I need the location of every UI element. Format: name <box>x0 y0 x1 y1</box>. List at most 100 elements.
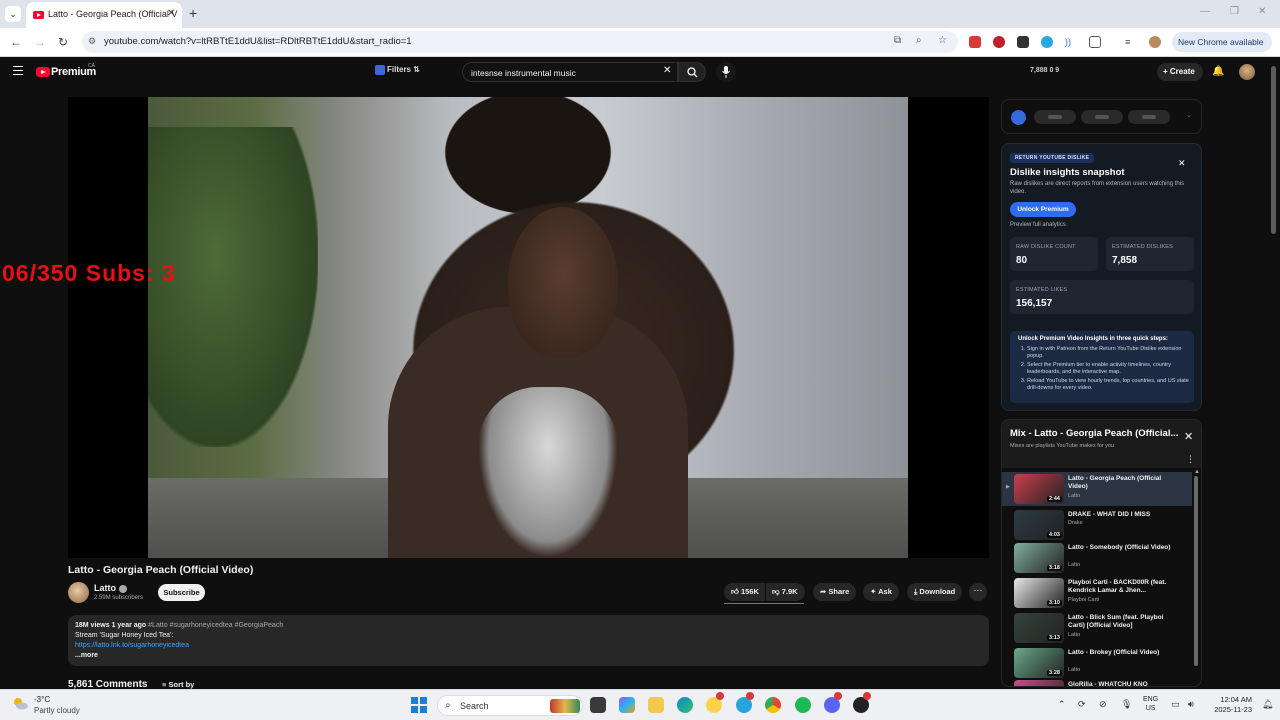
close-icon[interactable]: ✕ <box>1184 430 1193 443</box>
site-info-icon[interactable]: ⚙ <box>88 36 96 47</box>
forward-button[interactable]: → <box>34 35 46 49</box>
notifications-center-icon[interactable]: 🔔︎ <box>1262 699 1273 710</box>
extension-icon-1[interactable] <box>969 36 981 48</box>
unlock-premium-button[interactable]: Unlock Premium <box>1010 202 1076 217</box>
zoom-icon[interactable]: ⌕ <box>916 35 922 46</box>
spotify-icon[interactable] <box>795 697 811 713</box>
weather-temperature[interactable]: -3°C <box>34 695 50 704</box>
install-icon[interactable]: ⧉ <box>894 35 901 46</box>
playlist-item[interactable]: ▶ 2:44 Latto - Georgia Peach (Official Vid… <box>1002 472 1192 506</box>
hashtags[interactable]: #Latto #sugarhoneyicedtea #GeorgiaPeach <box>146 622 283 629</box>
chip-3[interactable] <box>1128 110 1170 124</box>
description-box[interactable]: 18M views 1 year ago #Latto #sugarhoneyi… <box>68 615 989 666</box>
input-language[interactable]: ENG US <box>1143 695 1158 713</box>
chip-2[interactable] <box>1081 110 1123 124</box>
sort-by-button[interactable]: ≡ Sort by <box>162 680 194 689</box>
edge-icon[interactable] <box>677 697 693 713</box>
tray-overflow-icon[interactable]: ⌃ <box>1058 699 1066 710</box>
extension-icon-5[interactable]: )) <box>1065 36 1077 48</box>
channel-avatar[interactable] <box>68 582 89 603</box>
system-clock[interactable]: 12:04 AM 2025-11-23 <box>1206 695 1252 715</box>
page-scrollbar[interactable] <box>1271 66 1276 234</box>
youtube-logo-icon[interactable] <box>36 67 50 77</box>
playlist-thumbnail[interactable]: 3:18 <box>1014 543 1064 573</box>
file-explorer-icon[interactable] <box>648 697 664 713</box>
tab-close-icon[interactable]: ✕ <box>167 8 175 19</box>
taskbar-search[interactable]: ⌕ Search <box>437 695 583 716</box>
profile-avatar[interactable] <box>1149 36 1161 48</box>
playlist-item[interactable]: GloRilla - WHATCHU KNO <box>1002 678 1192 686</box>
address-bar[interactable]: ⚙ youtube.com/watch?v=ltRBTtE1ddU&list=R… <box>82 31 958 53</box>
maximize-button[interactable]: ❐ <box>1230 6 1239 17</box>
like-button[interactable]: 👍︎ 156K <box>724 583 765 601</box>
search-input[interactable] <box>471 66 661 79</box>
dislike-button[interactable]: 👎︎ 7.9K <box>766 583 805 601</box>
create-button[interactable]: + Create <box>1157 63 1203 81</box>
description-more-button[interactable]: ...more <box>75 652 98 659</box>
extensions-puzzle-icon[interactable] <box>1089 36 1101 48</box>
premium-steps-box: Unlock Premium Video Insights in three q… <box>1010 331 1194 403</box>
weather-description[interactable]: Partly cloudy <box>34 706 80 715</box>
minimize-button[interactable]: — <box>1200 6 1210 17</box>
hamburger-menu-icon[interactable] <box>13 66 23 75</box>
tab-search-button[interactable]: ⌄ <box>5 6 21 22</box>
chrome-icon[interactable] <box>765 697 781 713</box>
voice-search-button[interactable] <box>716 62 736 82</box>
task-view-icon[interactable] <box>590 697 606 713</box>
search-button[interactable] <box>678 62 706 82</box>
back-button[interactable]: ← <box>10 35 22 49</box>
extension-icon-2[interactable] <box>993 36 1005 48</box>
chip-1[interactable] <box>1034 110 1076 124</box>
playlist-title[interactable]: Mix - Latto - Georgia Peach (Official... <box>1010 428 1178 439</box>
more-actions-button[interactable]: ··· <box>969 583 987 601</box>
new-tab-button[interactable]: + <box>189 5 197 21</box>
filters-button[interactable]: Filters ⇅ <box>375 65 420 75</box>
window-close-button[interactable]: ✕ <box>1258 6 1266 17</box>
scroll-up-icon[interactable]: ▲ <box>1194 469 1200 475</box>
extension-icon-3[interactable] <box>1017 36 1029 48</box>
close-icon[interactable]: ✕ <box>1178 158 1186 169</box>
url-text: youtube.com/watch?v=ltRBTtE1ddU&list=RDl… <box>104 36 412 47</box>
download-button[interactable]: ⤓ Download <box>907 583 963 601</box>
share-button[interactable]: ➦ Share <box>813 583 857 601</box>
channel-name[interactable]: Latto <box>94 583 127 593</box>
reload-button[interactable]: ↻ <box>58 35 68 49</box>
extension-logo-icon[interactable] <box>1011 110 1026 125</box>
browser-tab-active[interactable]: Latto - Georgia Peach (Official V ✕ <box>26 2 182 28</box>
sync-icon[interactable]: ⟳ <box>1078 699 1086 710</box>
subscribe-button[interactable]: Subscribe <box>158 584 205 601</box>
playlist-scrollbar[interactable] <box>1194 476 1198 666</box>
taskbar-search-label: Search <box>460 701 489 711</box>
bookmark-star-icon[interactable]: ☆ <box>938 35 947 46</box>
ask-button[interactable]: ✦ Ask <box>863 583 899 601</box>
playlist-item[interactable]: 3:28 Latto - Brokey (Official Video) Latto <box>1002 646 1192 680</box>
playlist-item[interactable]: 3:18 Latto - Somebody (Official Video) Lat… <box>1002 541 1192 575</box>
volume-icon[interactable]: 🔊︎ <box>1188 699 1194 710</box>
reading-list-icon[interactable]: ≡ <box>1125 36 1137 48</box>
playlist-thumbnail[interactable]: 3:10 <box>1014 578 1064 608</box>
video-player[interactable] <box>68 97 989 558</box>
search-box[interactable] <box>462 62 678 82</box>
account-avatar[interactable] <box>1239 64 1255 80</box>
playlist-item[interactable]: 3:13 Latto - Blick Sum (feat. Playboi Car… <box>1002 611 1192 645</box>
playlist-thumbnail[interactable]: 4:03 <box>1014 510 1064 540</box>
stat-value: 7,858 <box>1112 255 1138 266</box>
playlist-thumbnail[interactable]: 3:13 <box>1014 613 1064 643</box>
playlist-item[interactable]: 3:10 Playboi Carti - BACKD00R (feat. Kend… <box>1002 576 1192 610</box>
network-off-icon[interactable]: ⊘ <box>1099 699 1107 710</box>
clear-search-icon[interactable]: ✕ <box>663 65 671 76</box>
microphone-icon[interactable]: 🎙︎ <box>1121 699 1132 710</box>
playlist-thumbnail[interactable]: 3:28 <box>1014 648 1064 678</box>
kebab-menu-icon[interactable]: ⋮ <box>1186 454 1195 465</box>
playlist-item[interactable]: 4:03 DRAKE - WHAT DID I MISS Drake <box>1002 508 1192 542</box>
display-icon[interactable]: ▭ <box>1171 699 1180 710</box>
notifications-bell-icon[interactable]: 🔔 <box>1212 66 1224 77</box>
description-link[interactable]: https://latto.lnk.to/sugarhoneyicedtea <box>75 642 189 649</box>
extension-icon-4[interactable] <box>1041 36 1053 48</box>
chevron-down-icon[interactable]: ⌄ <box>1186 111 1192 119</box>
new-chrome-available-button[interactable]: New Chrome available ⋮ <box>1172 32 1272 67</box>
playlist-thumbnail[interactable] <box>1014 680 1064 686</box>
windows-start-icon[interactable] <box>411 697 427 713</box>
playlist-thumbnail[interactable]: 2:44 <box>1014 474 1064 504</box>
copilot-icon[interactable] <box>619 697 635 713</box>
